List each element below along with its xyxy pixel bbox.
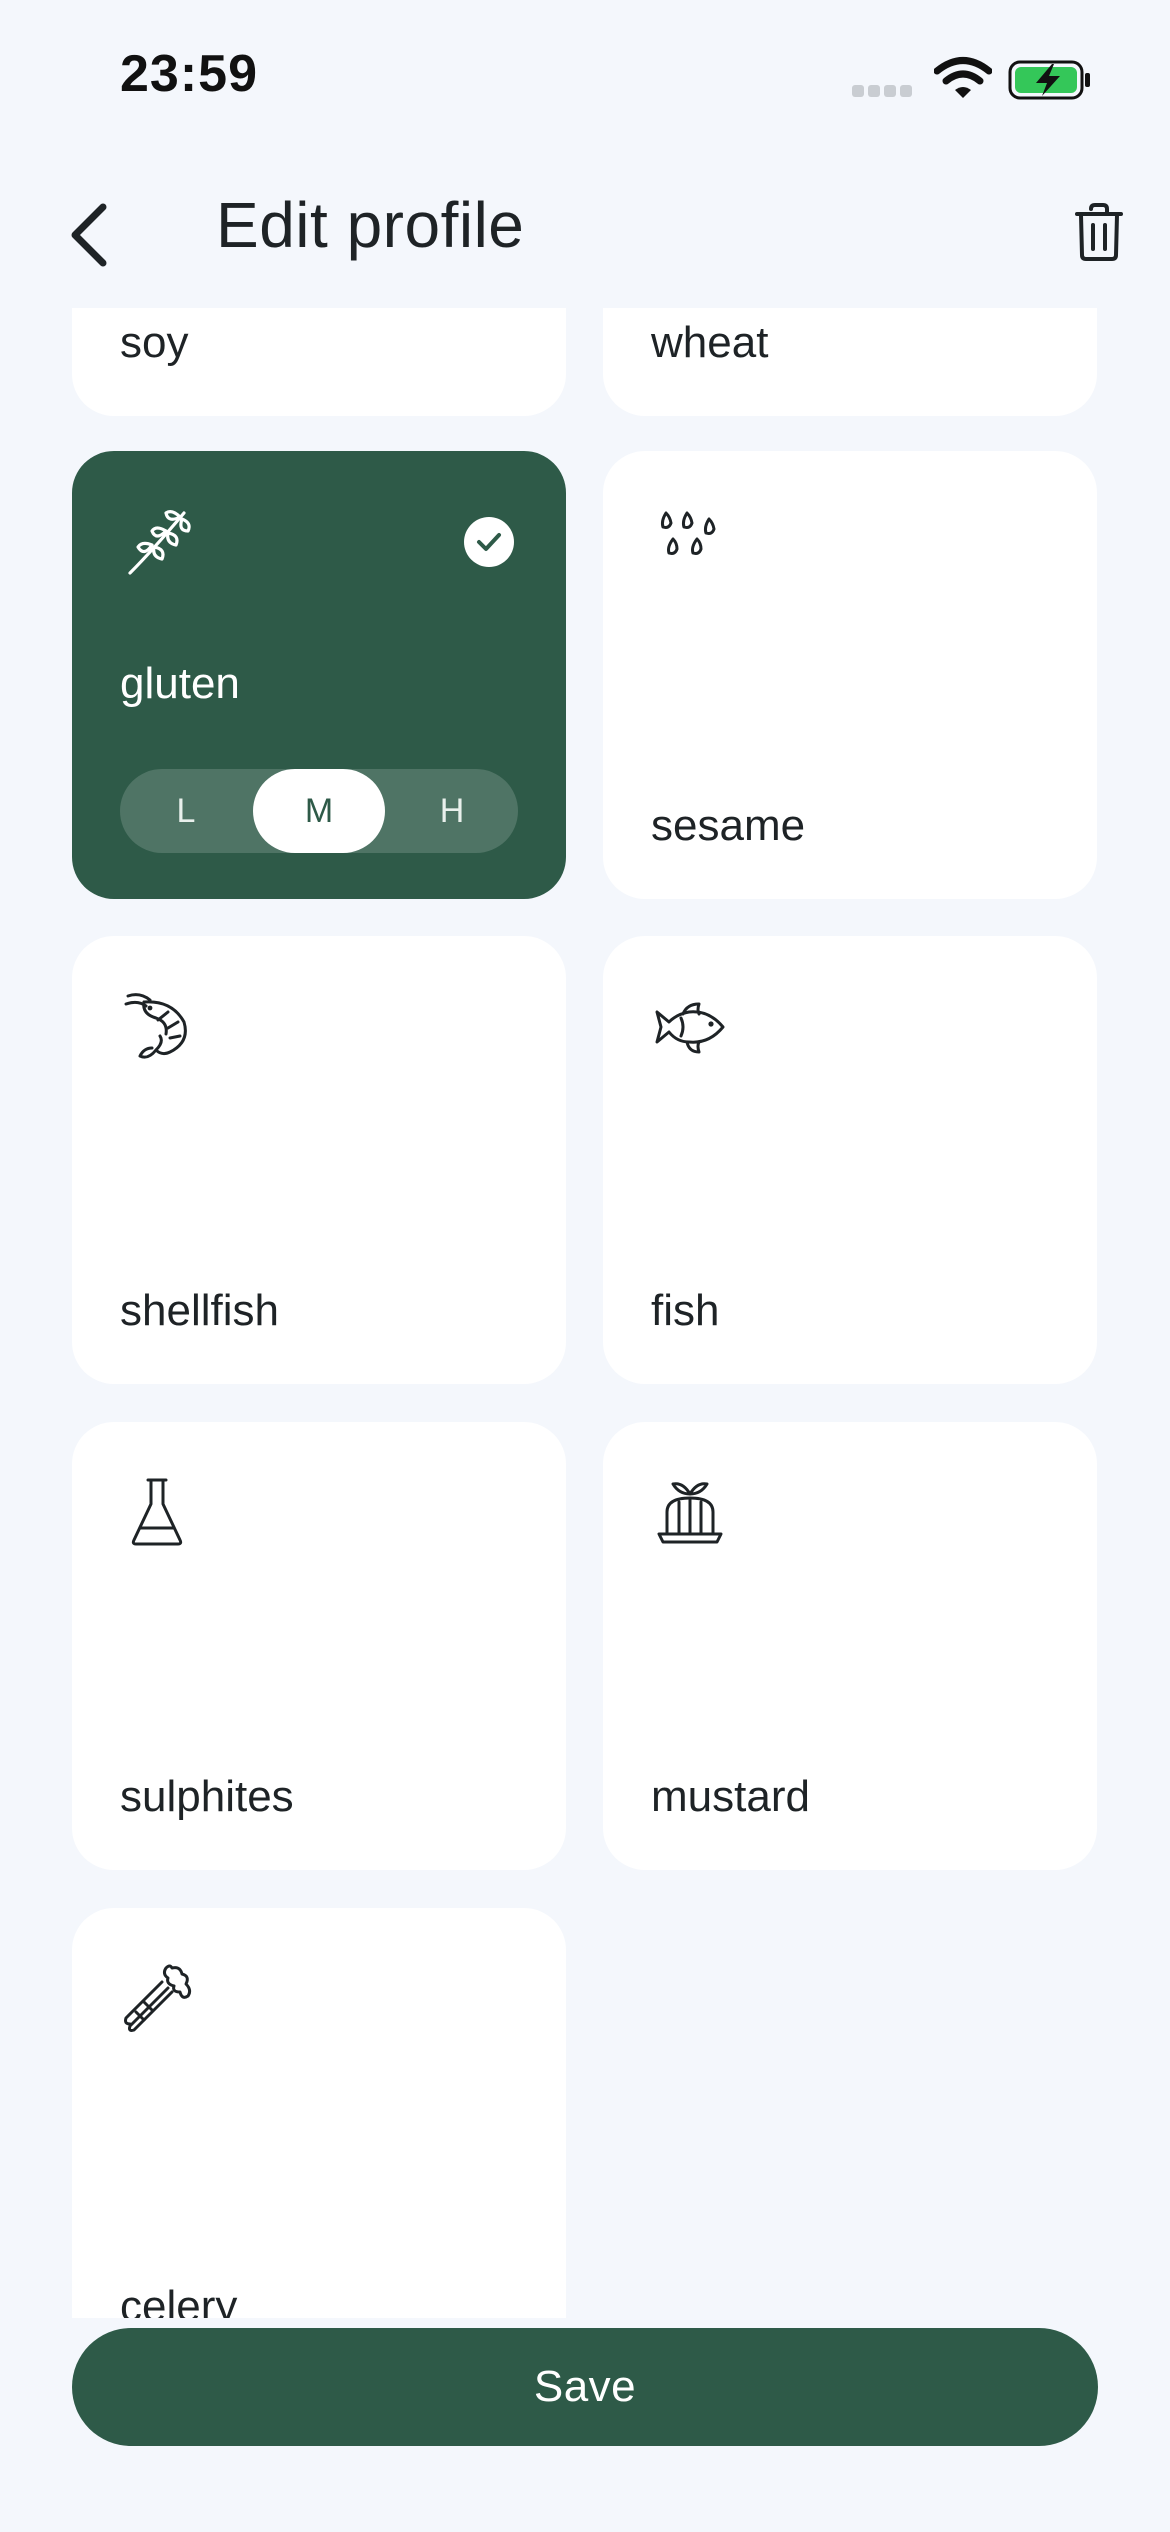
allergen-label: wheat [651,318,769,367]
flask-icon [131,1478,183,1546]
allergen-label: mustard [651,1772,810,1821]
allergen-label: sesame [651,801,806,850]
allergen-card-soy[interactable]: soy [72,308,566,416]
chevron-left-icon [71,203,107,267]
fish-icon [655,1002,725,1054]
allergen-label: shellfish [120,1286,279,1335]
allergen-card-mustard[interactable]: mustard [603,1422,1097,1870]
selected-check-icon [464,517,514,567]
allergen-label: fish [651,1286,720,1335]
celery-icon [124,1964,192,2032]
header: Edit profile [0,160,1170,300]
screen: 23:59 Edit profile soy wheat gluten L M … [0,0,1170,2532]
severity-medium-option[interactable]: M [253,769,385,853]
jelly-icon [657,1482,723,1544]
allergen-card-sesame[interactable]: sesame [603,451,1097,899]
grain-icon [128,510,191,575]
allergen-label: celery [120,2282,238,2318]
back-button[interactable] [54,190,124,280]
status-bar: 23:59 [0,0,1170,150]
severity-low-option[interactable]: L [120,769,252,853]
allergen-card-sulphites[interactable]: sulphites [72,1422,566,1870]
allergen-grid[interactable]: soy wheat gluten L M H sesame shellfish … [0,308,1170,2318]
allergen-label: soy [120,318,189,367]
seeds-icon [660,511,716,555]
allergen-label: sulphites [120,1772,294,1821]
allergen-card-shellfish[interactable]: shellfish [72,936,566,1384]
cellular-signal-icon [852,84,916,97]
page-title: Edit profile [216,189,525,261]
battery-charging-icon [1008,60,1090,100]
allergen-card-gluten[interactable]: gluten L M H [72,451,566,899]
shrimp-icon [124,993,187,1059]
allergen-card-celery[interactable]: celery [72,1908,566,2318]
severity-selector: L M H [120,769,518,853]
allergen-card-wheat[interactable]: wheat [603,308,1097,416]
allergen-label: gluten [120,659,240,708]
delete-button[interactable] [1064,192,1134,272]
wifi-icon [934,57,992,98]
trash-icon [1075,203,1123,261]
save-button[interactable]: Save [72,2328,1098,2446]
status-time: 23:59 [120,45,258,103]
allergen-card-fish[interactable]: fish [603,936,1097,1384]
severity-high-option[interactable]: H [386,769,518,853]
